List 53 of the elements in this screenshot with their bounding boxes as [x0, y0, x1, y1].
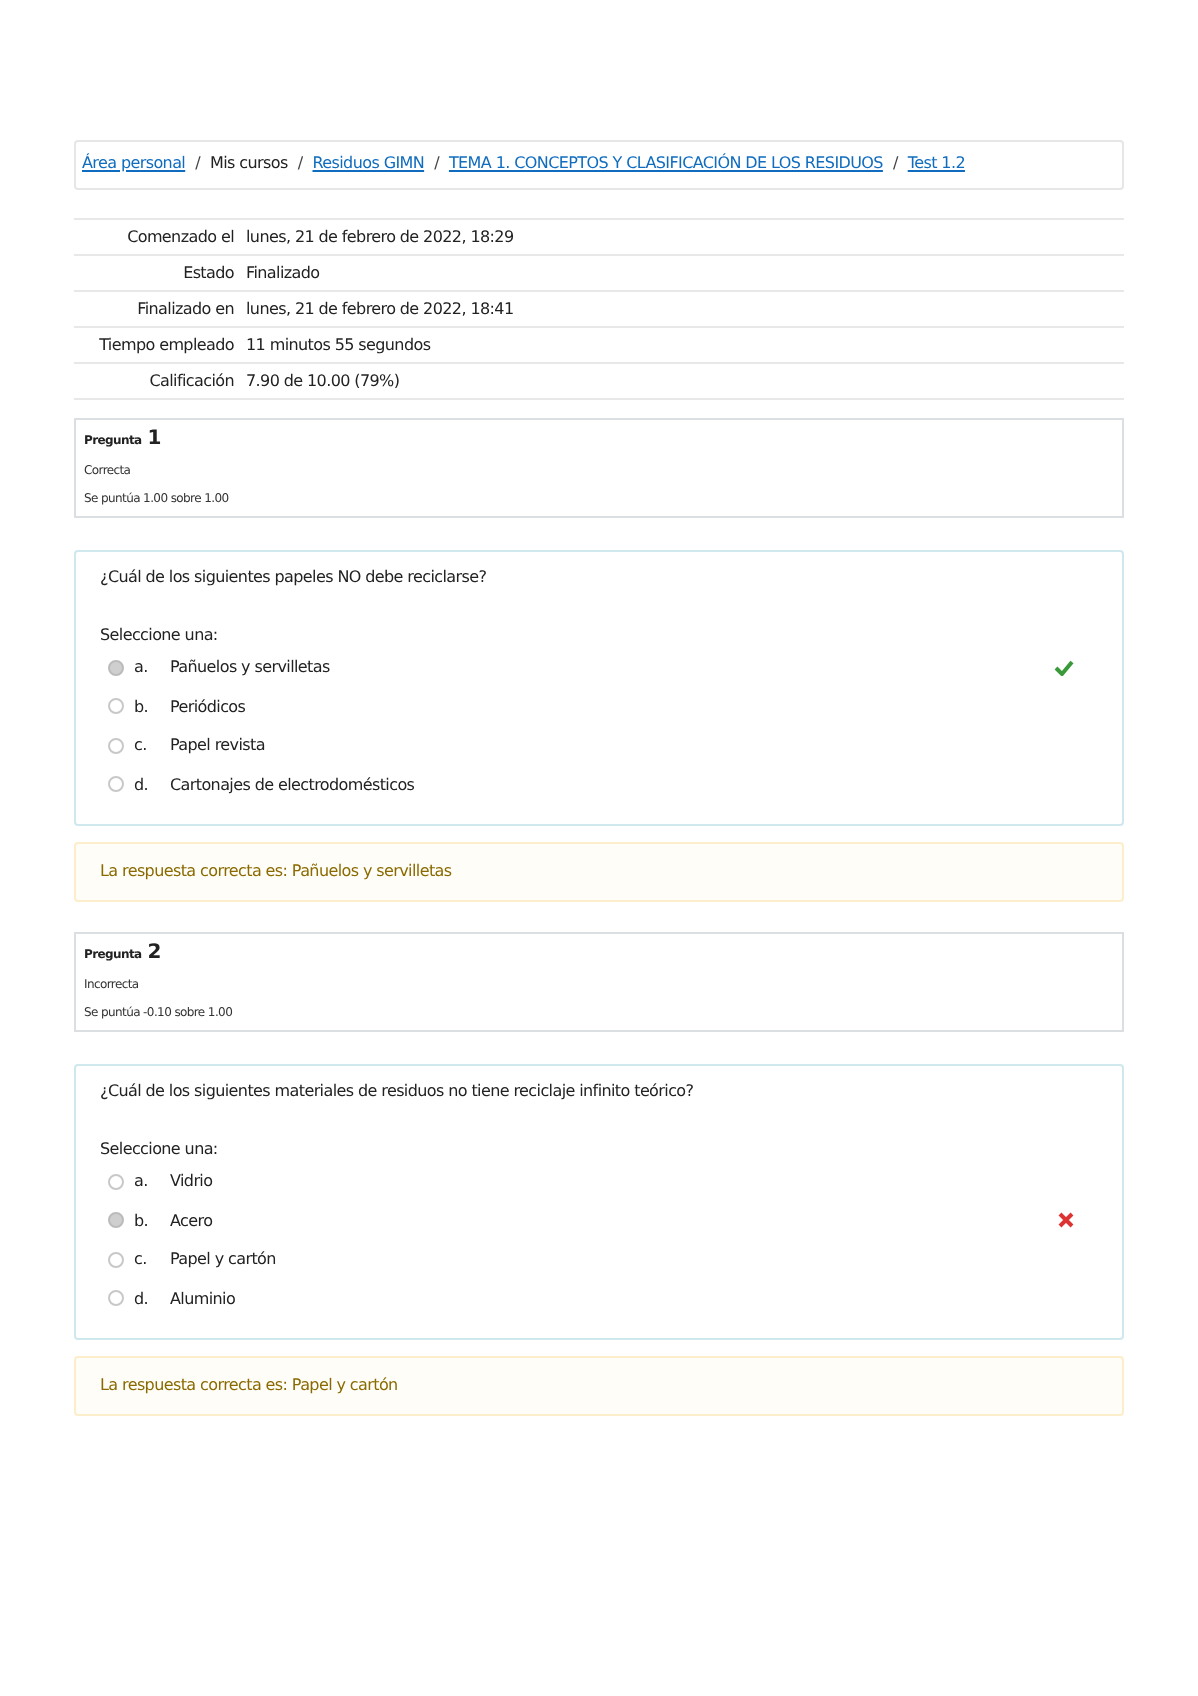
summary-value: lunes, 21 de febrero de 2022, 18:41 [246, 298, 516, 322]
option-text: Papel y cartón [170, 1250, 276, 1269]
option-letter: d. [134, 1289, 151, 1308]
radio-button[interactable] [108, 1173, 124, 1190]
summary-label: Tiempo empleado [97, 334, 236, 358]
question-number: 2 [147, 942, 161, 964]
option-letter: b. [134, 697, 151, 716]
option-letter: c. [134, 736, 149, 755]
radio-button[interactable] [108, 1212, 124, 1229]
summary-label: Estado [181, 262, 236, 286]
summary-value: 11 minutos 55 segundos [246, 334, 433, 358]
option-text: Acero [170, 1211, 213, 1230]
breadcrumb-link[interactable]: Test 1.2 [907, 154, 965, 172]
summary-label: Comenzado el [125, 226, 236, 250]
breadcrumb-text: Mis cursos [210, 154, 288, 172]
option-letter: b. [134, 1211, 151, 1230]
radio-button[interactable] [108, 737, 124, 754]
option-text: Papel revista [170, 736, 265, 755]
question-text: ¿Cuál de los siguientes materiales de residuos no tiene reciclaje infinito teórico? [100, 1082, 696, 1100]
option-text: Vidrio [170, 1172, 213, 1191]
correct-answer-text: La respuesta correcta es: Papel y cartón [100, 1376, 398, 1394]
summary-value: Finalizado [246, 262, 322, 286]
option-text: Periódicos [170, 697, 246, 716]
option-letter: c. [134, 1250, 149, 1269]
breadcrumb-separator: / [297, 154, 303, 172]
cross-icon [1058, 1212, 1074, 1229]
breadcrumb-separator: / [892, 154, 898, 172]
summary-label: Finalizado en [135, 298, 236, 322]
option-letter: a. [134, 658, 150, 677]
radio-button[interactable] [108, 698, 124, 715]
summary-label: Calificación [147, 370, 236, 394]
checkmark-icon [1054, 659, 1074, 676]
radio-button[interactable] [108, 1290, 124, 1307]
answer-prompt: Seleccione una: [100, 1140, 220, 1158]
answer-prompt: Seleccione una: [100, 626, 220, 644]
radio-button[interactable] [108, 1251, 124, 1268]
question-number: 1 [147, 428, 161, 450]
breadcrumb-link[interactable]: Área personal [82, 154, 186, 172]
option-text: Cartonajes de electrodomésticos [170, 775, 415, 794]
breadcrumb-separator: / [434, 154, 439, 172]
option-text: Aluminio [170, 1289, 236, 1308]
summary-value: lunes, 21 de febrero de 2022, 18:29 [246, 226, 516, 250]
radio-button[interactable] [108, 659, 124, 676]
summary-value: 7.90 de 10.00 (79%) [246, 370, 402, 394]
breadcrumb-separator: / [195, 154, 201, 172]
radio-button[interactable] [108, 776, 124, 793]
breadcrumb-link[interactable]: TEMA 1. CONCEPTOS Y CLASIFICACIÓN DE LOS RESIDUOS [448, 154, 883, 172]
option-letter: d. [134, 775, 151, 794]
correct-answer-text: La respuesta correcta es: Pañuelos y servilletas [100, 862, 452, 880]
question-text: ¿Cuál de los siguientes papeles NO debe reciclarse? [100, 568, 489, 586]
option-letter: a. [134, 1172, 150, 1191]
option-text: Pañuelos y servilletas [170, 658, 330, 677]
breadcrumb-link[interactable]: Residuos GIMN [312, 154, 425, 172]
